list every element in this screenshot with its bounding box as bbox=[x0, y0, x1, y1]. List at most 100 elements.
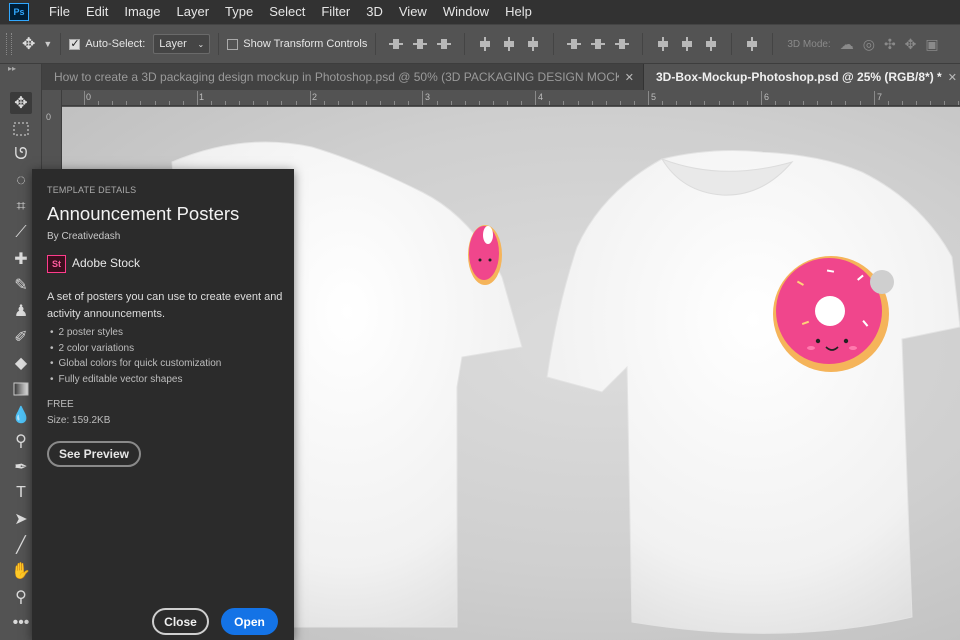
pen-tool-icon[interactable]: ✒ bbox=[10, 456, 32, 478]
auto-align-layers-icon[interactable] bbox=[745, 37, 759, 51]
path-selection-tool-icon[interactable]: ➤ bbox=[10, 508, 32, 530]
divider bbox=[375, 33, 377, 55]
gradient-tool-icon[interactable] bbox=[10, 378, 32, 400]
ruler-tick bbox=[563, 101, 565, 105]
toolbar-collapse-icon[interactable]: ▸▸ bbox=[0, 64, 41, 76]
ruler-tick bbox=[774, 101, 776, 105]
crop-tool-icon[interactable]: ⌗ bbox=[10, 196, 32, 218]
ruler-tick bbox=[323, 101, 325, 105]
menu-type[interactable]: Type bbox=[217, 0, 261, 24]
auto-select-target-dropdown[interactable]: Layer ⌄ bbox=[153, 34, 211, 54]
menu-view[interactable]: View bbox=[391, 0, 435, 24]
options-grip[interactable] bbox=[6, 33, 12, 55]
ruler-tick bbox=[648, 91, 649, 105]
orbit-3d-camera-icon[interactable]: ☁ bbox=[840, 36, 854, 53]
ruler-tick bbox=[662, 101, 664, 105]
ruler-tick bbox=[930, 101, 931, 105]
photoshop-logo-icon: Ps bbox=[9, 3, 29, 21]
more-tools-icon[interactable]: ••• bbox=[10, 612, 32, 634]
close-button[interactable]: Close bbox=[152, 608, 209, 635]
template-source: Adobe Stock bbox=[72, 256, 141, 270]
line-tool-icon[interactable]: ╱ bbox=[10, 534, 32, 556]
distribute-bottom-icon[interactable] bbox=[615, 37, 630, 51]
menu-image[interactable]: Image bbox=[116, 0, 168, 24]
ruler-tick bbox=[225, 101, 226, 105]
move-tool-icon[interactable]: ✥ bbox=[10, 92, 32, 114]
close-icon[interactable]: ✕ bbox=[619, 71, 634, 84]
adobe-stock-icon: St bbox=[47, 255, 66, 273]
history-brush-tool-icon[interactable]: ✐ bbox=[10, 326, 32, 348]
ruler-tick bbox=[210, 101, 212, 105]
align-vertical-centers-icon[interactable] bbox=[413, 37, 428, 51]
align-top-edges-icon[interactable] bbox=[389, 37, 404, 51]
clone-stamp-tool-icon[interactable]: ♟ bbox=[10, 300, 32, 322]
align-left-edges-icon[interactable] bbox=[478, 37, 492, 51]
menu-edit[interactable]: Edit bbox=[78, 0, 116, 24]
divider bbox=[731, 33, 733, 55]
ruler-tick bbox=[704, 101, 706, 105]
divider bbox=[772, 33, 774, 55]
eraser-tool-icon[interactable]: ◆ bbox=[10, 352, 32, 374]
document-tab-bar: How to create a 3D packaging design mock… bbox=[42, 64, 960, 90]
auto-select-target-value: Layer bbox=[159, 38, 187, 50]
panel-eyebrow: TEMPLATE DETAILS bbox=[47, 185, 137, 195]
quick-selection-tool-icon[interactable]: ◌ bbox=[10, 170, 32, 192]
menu-file[interactable]: File bbox=[41, 0, 78, 24]
template-details-panel: TEMPLATE DETAILS Announcement Posters By… bbox=[32, 169, 294, 640]
eyedropper-tool-icon[interactable]: ⟋ bbox=[10, 222, 32, 244]
healing-brush-tool-icon[interactable]: ✚ bbox=[10, 248, 32, 270]
menu-select[interactable]: Select bbox=[261, 0, 313, 24]
ruler-tick bbox=[253, 101, 255, 105]
distribute-vertical-centers-icon[interactable] bbox=[591, 37, 606, 51]
ruler-tick bbox=[732, 101, 734, 105]
ruler-label: 5 bbox=[651, 92, 657, 102]
align-right-edges-icon[interactable] bbox=[526, 37, 540, 51]
distribute-top-icon[interactable] bbox=[567, 37, 582, 51]
horizontal-ruler[interactable]: 0 1 2 3 4 5 6 7 8 9 bbox=[62, 90, 960, 106]
show-transform-checkbox[interactable] bbox=[227, 38, 239, 50]
ruler-tick bbox=[112, 101, 114, 105]
menu-window[interactable]: Window bbox=[435, 0, 497, 24]
auto-select-label: Auto-Select: bbox=[85, 38, 146, 50]
distribute-left-icon[interactable] bbox=[656, 37, 670, 51]
zoom-tool-icon[interactable]: ⚲ bbox=[10, 586, 32, 608]
slide-3d-camera-icon[interactable]: ✥ bbox=[905, 36, 917, 53]
ruler-tick bbox=[84, 91, 85, 105]
show-transform-label: Show Transform Controls bbox=[243, 38, 368, 50]
pan-3d-camera-icon[interactable]: ✣ bbox=[884, 36, 896, 53]
ruler-tick bbox=[507, 101, 508, 105]
menu-layer[interactable]: Layer bbox=[169, 0, 218, 24]
menu-bar: Ps File Edit Image Layer Type Select Fil… bbox=[0, 0, 960, 24]
blur-tool-icon[interactable]: 💧 bbox=[10, 404, 32, 426]
gradient-swatch-icon bbox=[13, 382, 29, 396]
close-icon[interactable]: ✕ bbox=[942, 71, 957, 84]
menu-help[interactable]: Help bbox=[497, 0, 540, 24]
zoom-3d-camera-icon[interactable]: ▣ bbox=[925, 36, 938, 53]
move-tool-icon[interactable]: ✥ bbox=[22, 34, 35, 54]
brush-tool-icon[interactable]: ✎ bbox=[10, 274, 32, 296]
ruler-tick bbox=[337, 101, 339, 105]
divider bbox=[60, 33, 62, 55]
open-button[interactable]: Open bbox=[221, 608, 278, 635]
tab-packaging-mockup[interactable]: How to create a 3D packaging design mock… bbox=[42, 64, 644, 90]
ruler-tick bbox=[140, 101, 142, 105]
ruler-label: 2 bbox=[312, 92, 318, 102]
ruler-tick bbox=[182, 101, 184, 105]
tab-box-mockup[interactable]: 3D-Box-Mockup-Photoshop.psd @ 25% (RGB/8… bbox=[644, 64, 960, 90]
see-preview-button[interactable]: See Preview bbox=[47, 441, 141, 467]
type-tool-icon[interactable]: T bbox=[10, 482, 32, 504]
align-horizontal-centers-icon[interactable] bbox=[502, 37, 516, 51]
menu-3d[interactable]: 3D bbox=[358, 0, 391, 24]
ruler-label: 3 bbox=[425, 92, 431, 102]
distribute-right-icon[interactable] bbox=[704, 37, 718, 51]
lasso-tool-icon[interactable]: ᘎ bbox=[10, 144, 32, 166]
tool-preset-chevron-down-icon[interactable]: ▼ bbox=[43, 39, 52, 49]
menu-filter[interactable]: Filter bbox=[313, 0, 358, 24]
hand-tool-icon[interactable]: ✋ bbox=[10, 560, 32, 582]
dodge-tool-icon[interactable]: ⚲ bbox=[10, 430, 32, 452]
distribute-horizontal-centers-icon[interactable] bbox=[680, 37, 694, 51]
align-bottom-edges-icon[interactable] bbox=[437, 37, 452, 51]
roll-3d-camera-icon[interactable]: ◎ bbox=[863, 36, 875, 53]
rectangular-marquee-tool-icon[interactable] bbox=[10, 118, 32, 140]
auto-select-checkbox[interactable] bbox=[69, 37, 81, 50]
